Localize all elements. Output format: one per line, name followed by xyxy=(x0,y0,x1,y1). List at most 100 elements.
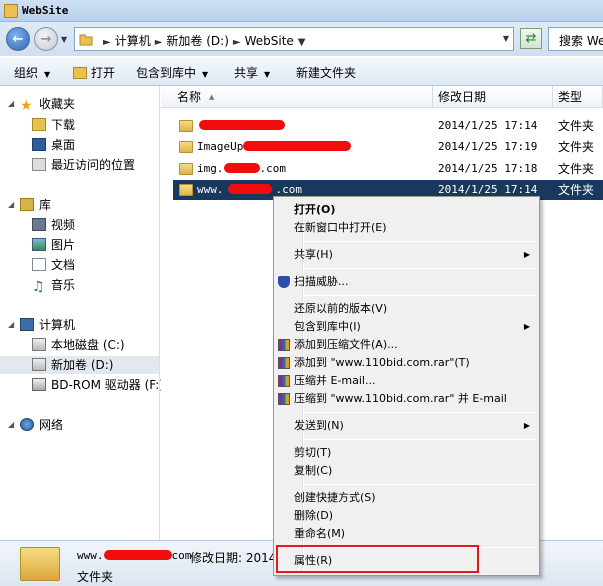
menu-item-copy[interactable]: 复制(C) xyxy=(277,462,536,480)
folder-icon xyxy=(179,184,193,196)
back-button[interactable]: ← xyxy=(6,27,30,51)
optical-drive-icon xyxy=(32,378,46,391)
breadcrumb-new-volume[interactable]: 新加卷 (D:) xyxy=(166,34,228,48)
arrow-right-icon: → xyxy=(40,31,52,47)
menu-item-scan[interactable]: 扫描威胁... xyxy=(277,273,536,291)
menu-item-share[interactable]: 共享(H) ▶ xyxy=(277,246,536,264)
file-name: ImageUp xyxy=(197,137,352,157)
download-folder-icon xyxy=(32,118,46,131)
table-row[interactable]: 2014/1/25 17:14 文件夹 xyxy=(173,116,603,136)
picture-icon xyxy=(32,238,46,251)
file-type: 文件夹 xyxy=(558,183,595,197)
include-library-button[interactable]: 包含到库中 ▼ xyxy=(136,64,208,81)
folder-icon xyxy=(4,4,18,18)
nav-recent[interactable]: 最近访问的位置 xyxy=(32,156,135,174)
submenu-arrow-icon: ▶ xyxy=(523,421,530,430)
chevron-right-icon[interactable]: ► xyxy=(155,37,163,48)
nav-downloads[interactable]: 下载 xyxy=(32,116,75,134)
sort-ascending-icon: ▲ xyxy=(209,93,215,101)
open-button[interactable]: 打开 xyxy=(73,64,115,81)
breadcrumb-computer[interactable]: 计算机 xyxy=(115,34,151,48)
file-date: 2014/1/25 17:18 xyxy=(438,162,538,175)
menu-item-compress-rar-email[interactable]: 压缩到 "www.110bid.com.rar" 并 E-mail xyxy=(277,390,536,408)
submenu-arrow-icon: ▶ xyxy=(523,250,530,259)
arrow-left-icon: ← xyxy=(12,31,24,47)
nav-music[interactable]: ♫ 音乐 xyxy=(32,276,75,294)
collapse-arrow-icon[interactable]: ◢ xyxy=(8,200,14,209)
library-icon xyxy=(20,198,34,211)
nav-libraries[interactable]: 库 xyxy=(20,196,51,214)
hard-drive-icon xyxy=(32,358,46,371)
chevron-right-icon[interactable]: ► xyxy=(233,37,241,48)
table-row[interactable]: ImageUp 2014/1/25 17:19 文件夹 xyxy=(173,137,603,157)
column-header-date[interactable]: 修改日期 xyxy=(433,86,553,108)
refresh-icon: ⇄ xyxy=(525,31,537,46)
title-bar[interactable]: WebSite xyxy=(0,0,603,22)
address-dropdown[interactable]: ▼ xyxy=(503,34,509,43)
menu-item-open-new-window[interactable]: 在新窗口中打开(E) xyxy=(277,219,536,237)
nav-network[interactable]: 网络 xyxy=(20,416,63,434)
menu-item-properties[interactable]: 属性(R) xyxy=(277,552,536,570)
nav-videos[interactable]: 视频 xyxy=(32,216,75,234)
redaction-mark xyxy=(199,120,285,130)
file-name: img. .com xyxy=(197,162,286,175)
details-name: www. com xyxy=(77,549,192,562)
column-header-name[interactable]: 名称 ▲ xyxy=(161,86,433,108)
nav-documents[interactable]: 文档 xyxy=(32,256,75,274)
menu-item-create-shortcut[interactable]: 创建快捷方式(S) xyxy=(277,489,536,507)
collapse-arrow-icon[interactable]: ◢ xyxy=(8,99,14,108)
file-date: 2014/1/25 17:14 xyxy=(438,119,538,132)
breadcrumb-website[interactable]: WebSite xyxy=(245,34,294,48)
submenu-arrow-icon: ▶ xyxy=(523,322,530,331)
menu-item-send-to[interactable]: 发送到(N) ▶ xyxy=(277,417,536,435)
recent-pages-dropdown[interactable]: ▼ xyxy=(61,35,67,44)
column-header-type[interactable]: 类型 xyxy=(553,86,603,108)
menu-divider xyxy=(304,241,536,242)
address-bar[interactable]: ► 计算机 ► 新加卷 (D:) ► WebSite ▼ ▼ xyxy=(74,27,514,51)
file-type: 文件夹 xyxy=(558,140,595,154)
folder-icon xyxy=(179,120,193,132)
menu-item-compress-email[interactable]: 压缩并 E-mail... xyxy=(277,372,536,390)
recent-places-icon xyxy=(32,158,46,171)
new-folder-button[interactable]: 新建文件夹 xyxy=(296,64,356,81)
nav-bd-rom[interactable]: BD-ROM 驱动器 (F:) xyxy=(32,376,164,394)
nav-local-disk[interactable]: 本地磁盘 (C:) xyxy=(32,336,125,354)
table-row[interactable]: img. .com 2014/1/25 17:18 文件夹 xyxy=(173,159,603,179)
menu-divider xyxy=(304,547,536,548)
collapse-arrow-icon[interactable]: ◢ xyxy=(8,320,14,329)
star-icon: ★ xyxy=(20,98,33,114)
winrar-icon xyxy=(278,339,290,351)
chevron-down-icon[interactable]: ▼ xyxy=(298,37,306,48)
file-date: 2014/1/25 17:19 xyxy=(438,140,538,153)
file-type: 文件夹 xyxy=(558,162,595,176)
organize-button[interactable]: 组织 ▼ xyxy=(14,64,50,81)
nav-desktop[interactable]: 桌面 xyxy=(32,136,75,154)
menu-item-delete[interactable]: 删除(D) xyxy=(277,507,536,525)
menu-divider xyxy=(304,484,536,485)
file-type: 文件夹 xyxy=(558,119,595,133)
nav-computer[interactable]: 计算机 xyxy=(20,316,75,334)
document-icon xyxy=(32,258,46,271)
collapse-arrow-icon[interactable]: ◢ xyxy=(8,420,14,429)
nav-favorites[interactable]: ★ 收藏夹 xyxy=(20,95,75,113)
menu-item-add-rar[interactable]: 添加到 "www.110bid.com.rar"(T) xyxy=(277,354,536,372)
share-button[interactable]: 共享 ▼ xyxy=(234,64,270,81)
forward-button[interactable]: → xyxy=(34,27,58,51)
navigation-pane[interactable]: ◢ ★ 收藏夹 下载 桌面 最近访问的位置 ◢ 库 视频 图片 文档 ♫ 音乐 ◢ … xyxy=(0,86,164,540)
refresh-button[interactable]: ⇄ xyxy=(520,28,542,49)
shield-icon xyxy=(278,276,290,288)
nav-new-volume[interactable]: 新加卷 (D:) xyxy=(0,356,159,374)
nav-pictures[interactable]: 图片 xyxy=(32,236,75,254)
search-input[interactable]: 搜索 Web xyxy=(548,27,603,51)
menu-item-open[interactable]: 打开(O) xyxy=(277,201,536,219)
winrar-icon xyxy=(278,375,290,387)
winrar-icon xyxy=(278,393,290,405)
chevron-down-icon: ▼ xyxy=(44,70,51,79)
menu-item-include-library[interactable]: 包含到库中(I) ▶ xyxy=(277,318,536,336)
menu-item-restore[interactable]: 还原以前的版本(V) xyxy=(277,300,536,318)
menu-item-cut[interactable]: 剪切(T) xyxy=(277,444,536,462)
menu-item-add-archive[interactable]: 添加到压缩文件(A)... xyxy=(277,336,536,354)
details-type: 文件夹 xyxy=(77,570,114,584)
window-title: WebSite xyxy=(22,4,69,17)
menu-item-rename[interactable]: 重命名(M) xyxy=(277,525,536,543)
